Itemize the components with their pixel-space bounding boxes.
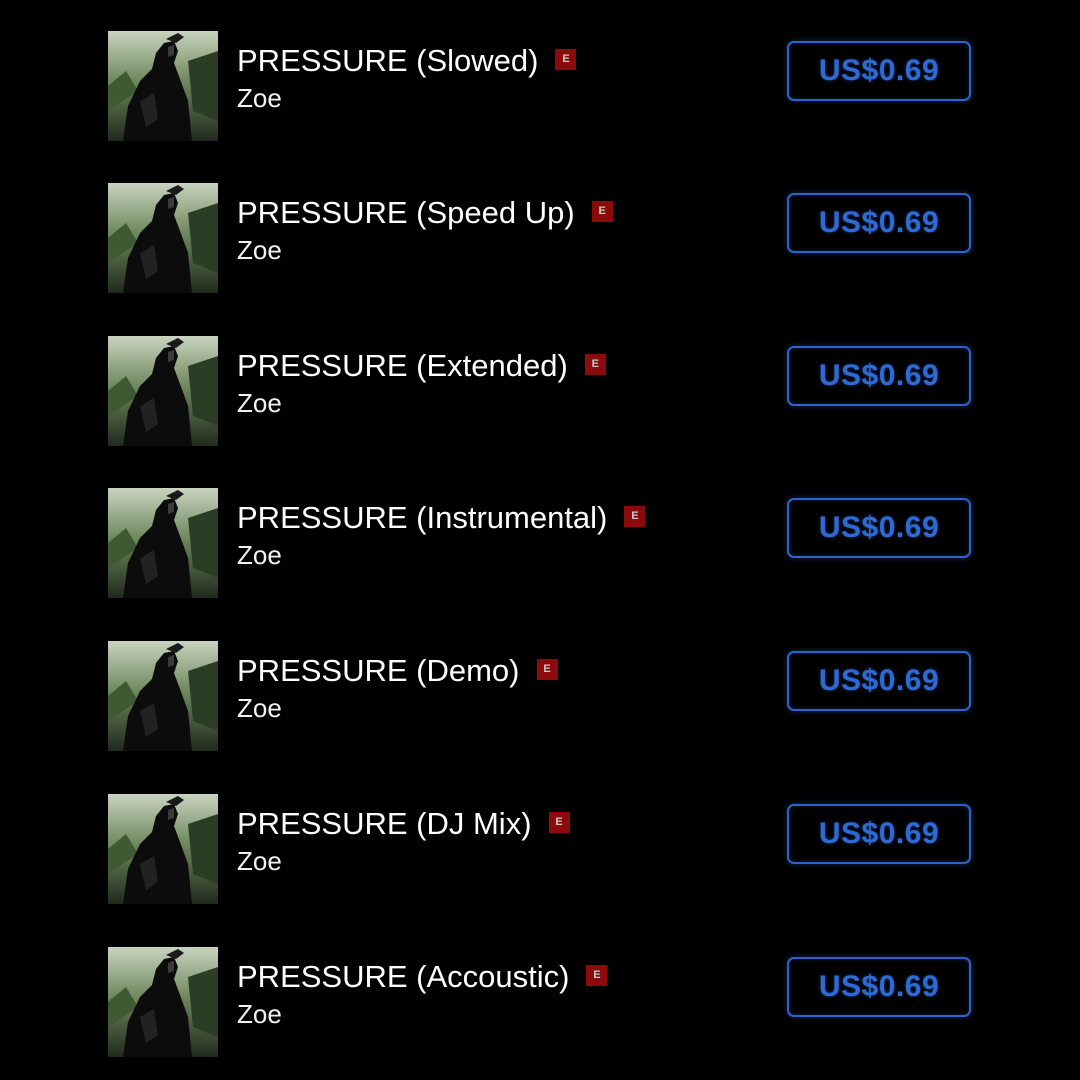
price-button[interactable]: US$0.69 [787, 957, 971, 1017]
track-title[interactable]: PRESSURE (Accoustic) [237, 959, 569, 994]
title-line: PRESSURE (DJ Mix) E [237, 806, 570, 842]
price-button[interactable]: US$0.69 [787, 651, 971, 711]
track-row[interactable]: PRESSURE (DJ Mix) E Zoe US$0.69 [0, 794, 1080, 904]
price-button[interactable]: US$0.69 [787, 193, 971, 253]
album-artwork[interactable] [108, 488, 218, 598]
explicit-badge: E [555, 48, 577, 70]
album-artwork-image [108, 183, 218, 293]
title-line: PRESSURE (Accoustic) E [237, 959, 608, 995]
album-artwork[interactable] [108, 31, 218, 141]
album-artwork-image [108, 794, 218, 904]
explicit-badge: E [591, 200, 613, 222]
album-artwork[interactable] [108, 794, 218, 904]
explicit-badge: E [584, 353, 606, 375]
track-title[interactable]: PRESSURE (Slowed) [237, 43, 538, 78]
track-row[interactable]: PRESSURE (Speed Up) E Zoe US$0.69 [0, 183, 1080, 293]
album-artwork-image [108, 488, 218, 598]
track-title[interactable]: PRESSURE (Extended) [237, 348, 568, 383]
price-button[interactable]: US$0.69 [787, 498, 971, 558]
price-button[interactable]: US$0.69 [787, 804, 971, 864]
price-button[interactable]: US$0.69 [787, 41, 971, 101]
title-line: PRESSURE (Slowed) E [237, 43, 577, 79]
track-artist[interactable]: Zoe [237, 999, 282, 1029]
album-artwork[interactable] [108, 183, 218, 293]
title-line: PRESSURE (Extended) E [237, 348, 606, 384]
album-artwork-image [108, 31, 218, 141]
album-artwork-image [108, 336, 218, 446]
explicit-badge: E [624, 505, 646, 527]
explicit-badge: E [536, 658, 558, 680]
track-row[interactable]: PRESSURE (Extended) E Zoe US$0.69 [0, 336, 1080, 446]
price-button[interactable]: US$0.69 [787, 346, 971, 406]
title-line: PRESSURE (Demo) E [237, 653, 558, 689]
album-artwork-image [108, 641, 218, 751]
track-title[interactable]: PRESSURE (Demo) [237, 653, 520, 688]
track-title[interactable]: PRESSURE (Speed Up) [237, 195, 575, 230]
track-list: PRESSURE (Slowed) E Zoe US$0.69 PRESSURE… [0, 0, 1080, 1080]
explicit-badge: E [548, 811, 570, 833]
track-artist[interactable]: Zoe [237, 388, 282, 418]
track-title[interactable]: PRESSURE (DJ Mix) [237, 806, 532, 841]
track-row[interactable]: PRESSURE (Slowed) E Zoe US$0.69 [0, 31, 1080, 141]
album-artwork[interactable] [108, 336, 218, 446]
track-artist[interactable]: Zoe [237, 846, 282, 876]
track-row[interactable]: PRESSURE (Instrumental) E Zoe US$0.69 [0, 488, 1080, 598]
track-artist[interactable]: Zoe [237, 235, 282, 265]
track-artist[interactable]: Zoe [237, 83, 282, 113]
explicit-badge: E [586, 964, 608, 986]
album-artwork[interactable] [108, 641, 218, 751]
album-artwork-image [108, 947, 218, 1057]
track-title[interactable]: PRESSURE (Instrumental) [237, 500, 607, 535]
album-artwork[interactable] [108, 947, 218, 1057]
track-artist[interactable]: Zoe [237, 540, 282, 570]
title-line: PRESSURE (Instrumental) E [237, 500, 646, 536]
track-row[interactable]: PRESSURE (Demo) E Zoe US$0.69 [0, 641, 1080, 751]
track-row[interactable]: PRESSURE (Accoustic) E Zoe US$0.69 [0, 947, 1080, 1057]
track-artist[interactable]: Zoe [237, 693, 282, 723]
title-line: PRESSURE (Speed Up) E [237, 195, 613, 231]
